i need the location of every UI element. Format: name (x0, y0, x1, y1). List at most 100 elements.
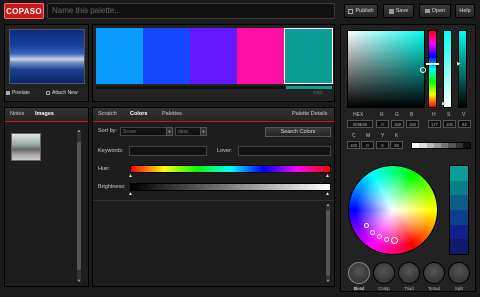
shade-swatch[interactable] (450, 180, 468, 196)
blend-mode-button[interactable] (348, 262, 370, 284)
sort-by-value: Score (123, 128, 137, 135)
scroll-down-arrow-icon[interactable]: ▼ (326, 278, 330, 283)
hue-min-handle[interactable]: ▲ (128, 173, 133, 179)
palette-swatch[interactable] (96, 28, 143, 84)
lover-label: Lover: (217, 148, 233, 154)
publish-button[interactable]: Publish (344, 4, 378, 18)
shade-swatch[interactable] (450, 195, 468, 211)
shade-swatch[interactable] (450, 239, 468, 255)
palette-swatch[interactable] (143, 28, 190, 84)
saturation-value-square[interactable] (347, 30, 426, 108)
hue-slider[interactable] (130, 165, 331, 173)
wheel-marker[interactable] (364, 223, 369, 228)
brightness-slider[interactable] (130, 183, 331, 191)
wheel-marker-active[interactable] (391, 237, 398, 244)
wheel-marker[interactable] (384, 237, 389, 242)
scroll-up-arrow-icon[interactable]: ▲ (77, 128, 81, 133)
chevron-down-icon[interactable]: ▼ (166, 127, 173, 136)
h-label: H (432, 112, 436, 118)
palette-name-input[interactable]: Name this palette... (47, 3, 335, 19)
help-label: Help (459, 8, 471, 14)
tab-notes[interactable]: Notes (10, 111, 24, 117)
sort-by-label: Sort by: (98, 128, 117, 134)
keywords-input[interactable] (129, 146, 207, 156)
triad-mode-button[interactable] (398, 262, 420, 284)
wheel-marker[interactable] (377, 234, 382, 239)
k-label: K (395, 133, 399, 139)
search-colors-button[interactable]: Search Colors (265, 127, 331, 137)
tab-scratch[interactable]: Scratch (98, 111, 117, 117)
hue-bar[interactable] (428, 30, 437, 108)
comp-mode-button[interactable] (373, 262, 395, 284)
palette-swatch[interactable] (237, 28, 284, 84)
saturation-bar-handle[interactable]: ▶ (442, 101, 446, 107)
save-icon (388, 8, 394, 14)
pixelate-label: Pixelate (12, 90, 30, 96)
save-button[interactable]: Save (383, 4, 414, 18)
center-tab-bar: Scratch Colors Palettes Palette Details (93, 108, 334, 122)
palette-view-icons[interactable]: ▭▭ (313, 90, 322, 96)
tetrad-mode-button[interactable] (423, 262, 445, 284)
results-divider (93, 200, 334, 201)
scroll-up-arrow-icon[interactable]: ▲ (326, 202, 330, 207)
keywords-label: Keywords: (98, 148, 124, 154)
attach-icon (46, 91, 50, 95)
images-scroll-thumb[interactable] (77, 142, 81, 270)
grayscale-strip[interactable] (411, 142, 471, 149)
value-bar-handle[interactable]: ▶ (457, 61, 461, 67)
palette-swatch[interactable] (190, 28, 237, 84)
blend-mode-label: Blend (353, 286, 365, 291)
pixelate-button[interactable]: Pixelate (6, 90, 30, 96)
hue-bar-handle[interactable] (426, 63, 439, 65)
images-scrollbar[interactable] (77, 130, 81, 282)
g-field[interactable]: 158 (391, 120, 404, 128)
shade-swatch[interactable] (450, 166, 468, 181)
image-thumbnail[interactable] (11, 133, 41, 161)
wheel-marker[interactable] (370, 230, 375, 235)
y-label: Y (381, 133, 385, 139)
lover-input[interactable] (238, 146, 331, 156)
tab-images[interactable]: Images (35, 111, 54, 117)
attach-new-label: Attach New (52, 90, 78, 96)
chevron-down-icon[interactable]: ▼ (200, 127, 207, 136)
shade-swatch[interactable] (450, 224, 468, 240)
brightness-min-handle[interactable]: ▲ (128, 191, 133, 197)
v-field[interactable]: 62 (458, 120, 471, 128)
r-field[interactable]: 0 (376, 120, 389, 128)
source-image[interactable] (9, 29, 85, 84)
palette-swatch[interactable] (284, 28, 333, 84)
results-scroll-thumb[interactable] (326, 210, 330, 276)
shade-swatch[interactable] (450, 210, 468, 225)
h-field[interactable]: 177 (428, 120, 441, 128)
m-field[interactable]: 0 (361, 141, 374, 149)
open-button[interactable]: Open (419, 4, 451, 18)
publish-icon (348, 8, 354, 14)
palette-scrollbar[interactable] (96, 86, 333, 89)
color-wheel[interactable] (348, 165, 438, 255)
results-scrollbar[interactable] (326, 204, 330, 282)
scroll-down-arrow-icon[interactable]: ▼ (77, 278, 81, 283)
y-field[interactable]: 5 (376, 141, 389, 149)
hue-max-handle[interactable]: ▲ (325, 173, 330, 179)
brightness-max-handle[interactable]: ▲ (325, 191, 330, 197)
help-button[interactable]: Help (455, 4, 475, 18)
palette-swatches (96, 28, 333, 84)
tab-palettes[interactable]: Palettes (162, 111, 182, 117)
open-label: Open (431, 8, 446, 14)
s-field[interactable]: 100 (443, 120, 456, 128)
b-field[interactable]: 150 (406, 120, 419, 128)
saturation-bar[interactable] (443, 30, 452, 108)
attach-new-button[interactable]: Attach New (46, 90, 78, 96)
split-mode-button[interactable] (448, 262, 470, 284)
sv-picker-handle[interactable] (420, 67, 426, 73)
palette-scroll-thumb[interactable] (286, 86, 332, 89)
pixelate-icon (6, 91, 10, 95)
tab-colors[interactable]: Colors (130, 111, 147, 117)
r-label: R (380, 112, 384, 118)
sort-by-select[interactable]: Score (120, 127, 172, 136)
k-field[interactable]: 38 (390, 141, 403, 149)
c-field[interactable]: 100 (347, 141, 360, 149)
tab-palette-details[interactable]: Palette Details (292, 111, 327, 117)
value-bar[interactable] (458, 30, 467, 108)
hex-field[interactable]: 009E96 (347, 120, 373, 128)
